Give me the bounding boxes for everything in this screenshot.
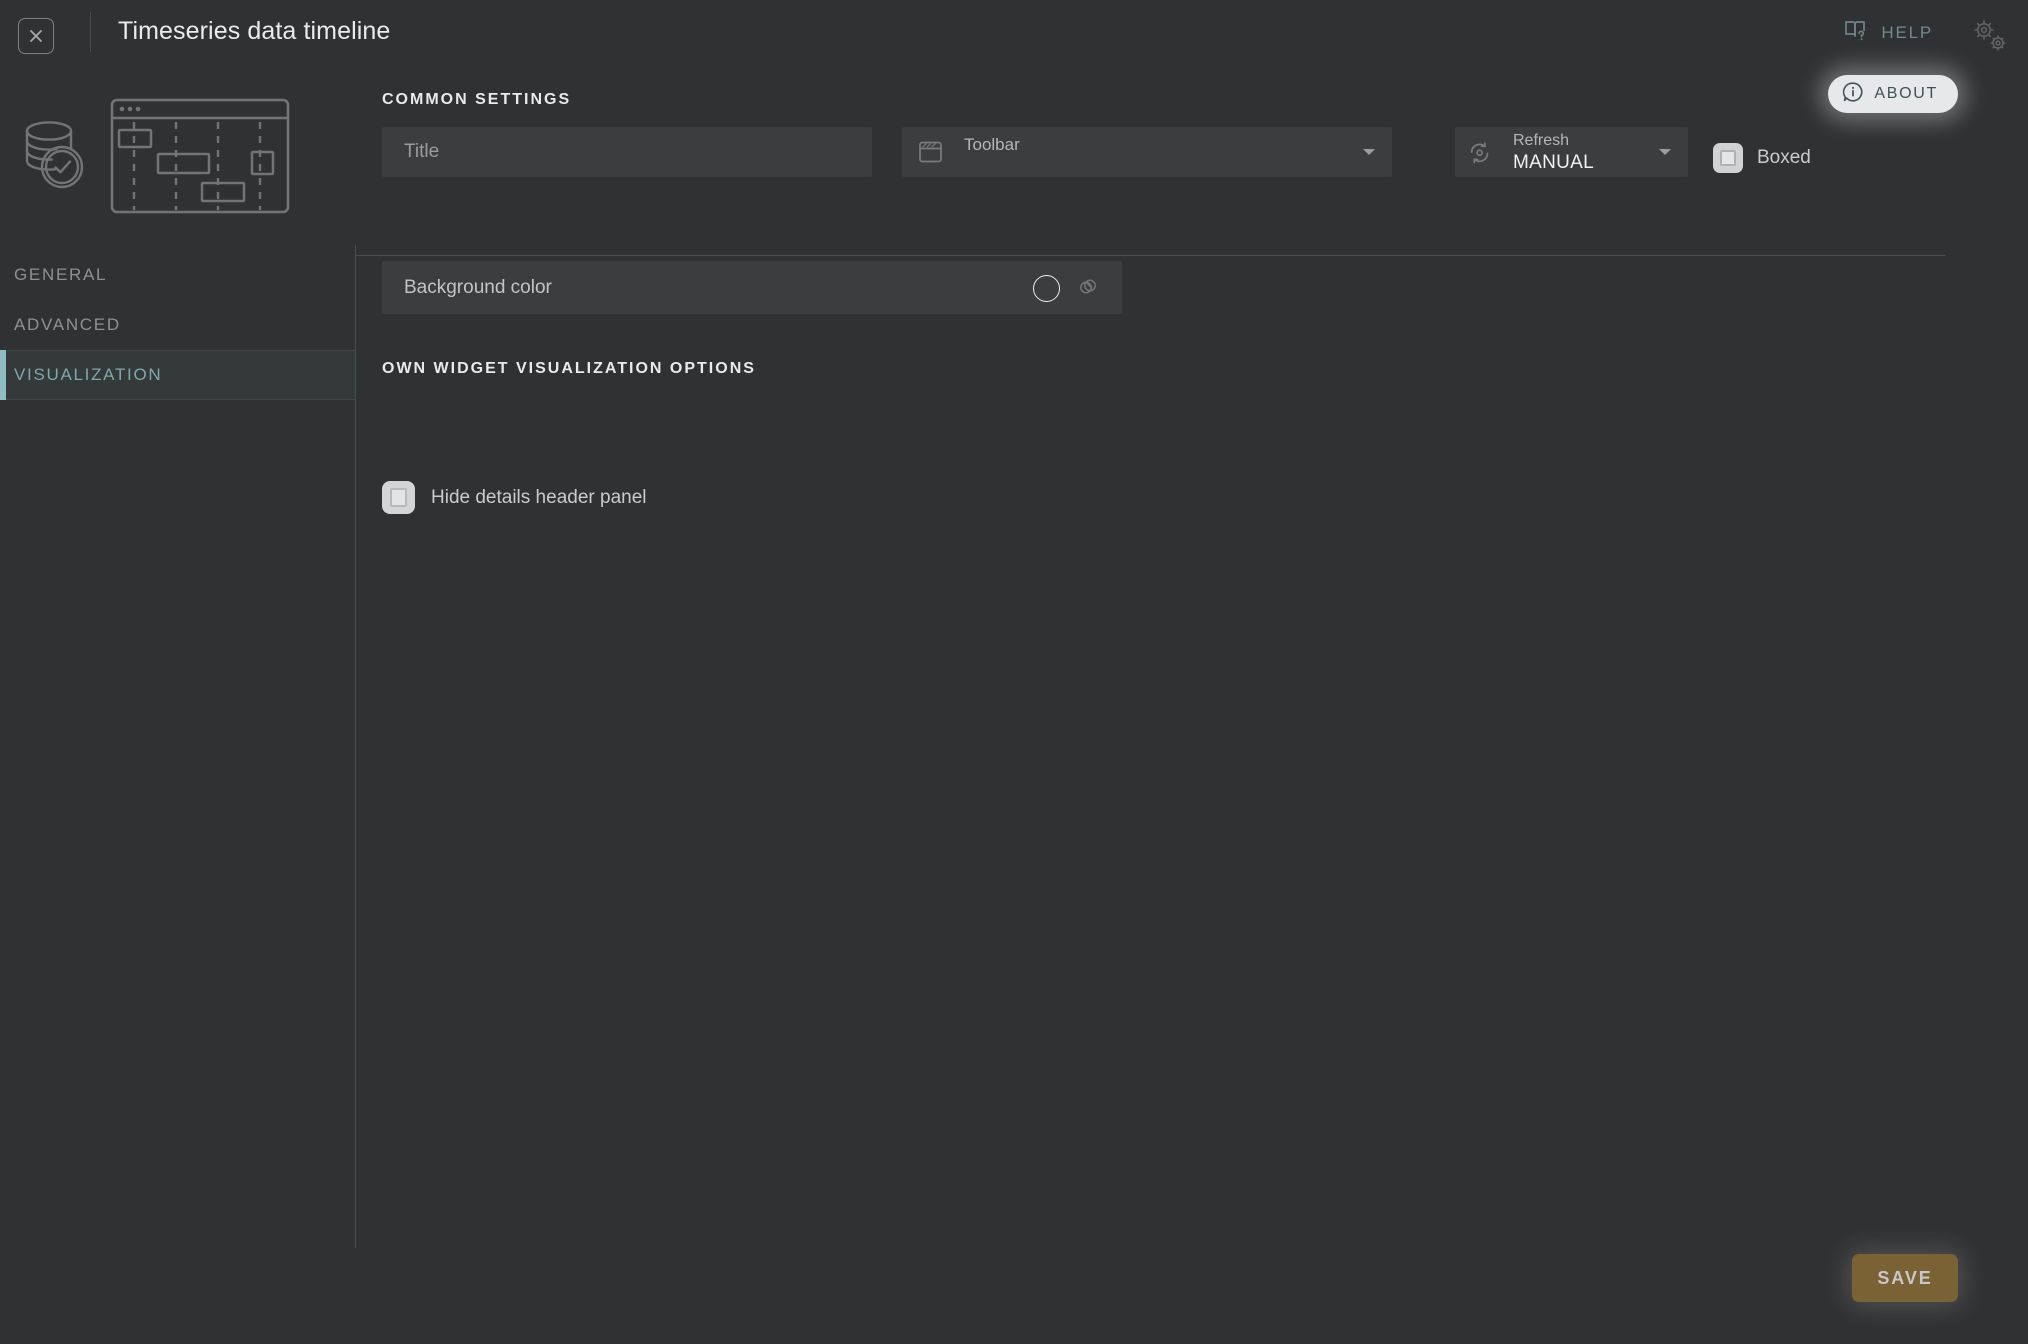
colorize-palette-icon[interactable]	[1078, 277, 1098, 302]
sidebar-item-general[interactable]: GENERAL	[0, 250, 355, 300]
database-clock-icon	[16, 117, 90, 200]
sidebar-item-label: ADVANCED	[14, 315, 121, 334]
background-color-row[interactable]: Background color	[382, 261, 1122, 314]
toolbar-select[interactable]: Toolbar	[902, 127, 1392, 177]
sidebar-item-label: GENERAL	[14, 265, 108, 284]
main-panel: COMMON SETTINGS Title Toolbar Refresh MA…	[355, 70, 2028, 1344]
book-question-icon	[1843, 18, 1869, 47]
checkbox-box-icon	[1713, 143, 1743, 173]
refresh-select-value: MANUAL	[1513, 152, 1594, 173]
chevron-down-icon	[1363, 149, 1375, 155]
timeline-chart-icon	[110, 98, 290, 219]
boxed-checkbox[interactable]: Boxed	[1713, 143, 1811, 173]
common-settings-heading: COMMON SETTINGS	[382, 91, 572, 108]
close-button[interactable]	[18, 18, 54, 54]
help-label: HELP	[1881, 22, 1933, 42]
background-color-label: Background color	[404, 276, 552, 298]
own-options-heading: OWN WIDGET VISUALIZATION OPTIONS	[382, 360, 756, 377]
chevron-down-icon	[1659, 149, 1671, 155]
checkbox-inner	[390, 488, 407, 507]
page-title: Timeseries data timeline	[118, 17, 391, 45]
refresh-select[interactable]: Refresh MANUAL	[1455, 127, 1688, 177]
hide-details-header-label: Hide details header panel	[431, 486, 647, 508]
sidebar-nav: GENERAL ADVANCED VISUALIZATION	[0, 250, 355, 400]
checkbox-box-icon	[382, 481, 415, 514]
title-separator	[90, 12, 91, 52]
gears-icon[interactable]	[1967, 14, 2013, 60]
color-swatch-circle[interactable]	[1033, 275, 1060, 302]
sidebar-item-advanced[interactable]: ADVANCED	[0, 300, 355, 350]
window-panel-icon	[918, 140, 944, 169]
sidebar-item-visualization[interactable]: VISUALIZATION	[0, 350, 355, 400]
top-bar: Timeseries data timeline HELP ABOUT	[0, 0, 2028, 113]
refresh-sync-icon	[1467, 141, 1493, 170]
sidebar: GENERAL ADVANCED VISUALIZATION	[0, 70, 355, 1214]
title-input-placeholder: Title	[404, 141, 440, 162]
help-link[interactable]: HELP	[1843, 18, 1933, 47]
settings-divider	[355, 255, 1945, 256]
save-button-label: SAVE	[1877, 1267, 1933, 1288]
close-x-icon	[27, 27, 45, 45]
title-input[interactable]: Title	[382, 127, 872, 177]
widget-icon-group	[16, 98, 290, 219]
sidebar-item-label: VISUALIZATION	[14, 365, 163, 384]
hide-details-header-checkbox[interactable]: Hide details header panel	[382, 481, 647, 514]
refresh-select-label: Refresh	[1513, 132, 1570, 149]
toolbar-select-label: Toolbar	[964, 135, 1020, 154]
checkbox-inner	[1720, 150, 1736, 166]
boxed-checkbox-label: Boxed	[1757, 147, 1811, 168]
save-button[interactable]: SAVE	[1852, 1254, 1958, 1302]
